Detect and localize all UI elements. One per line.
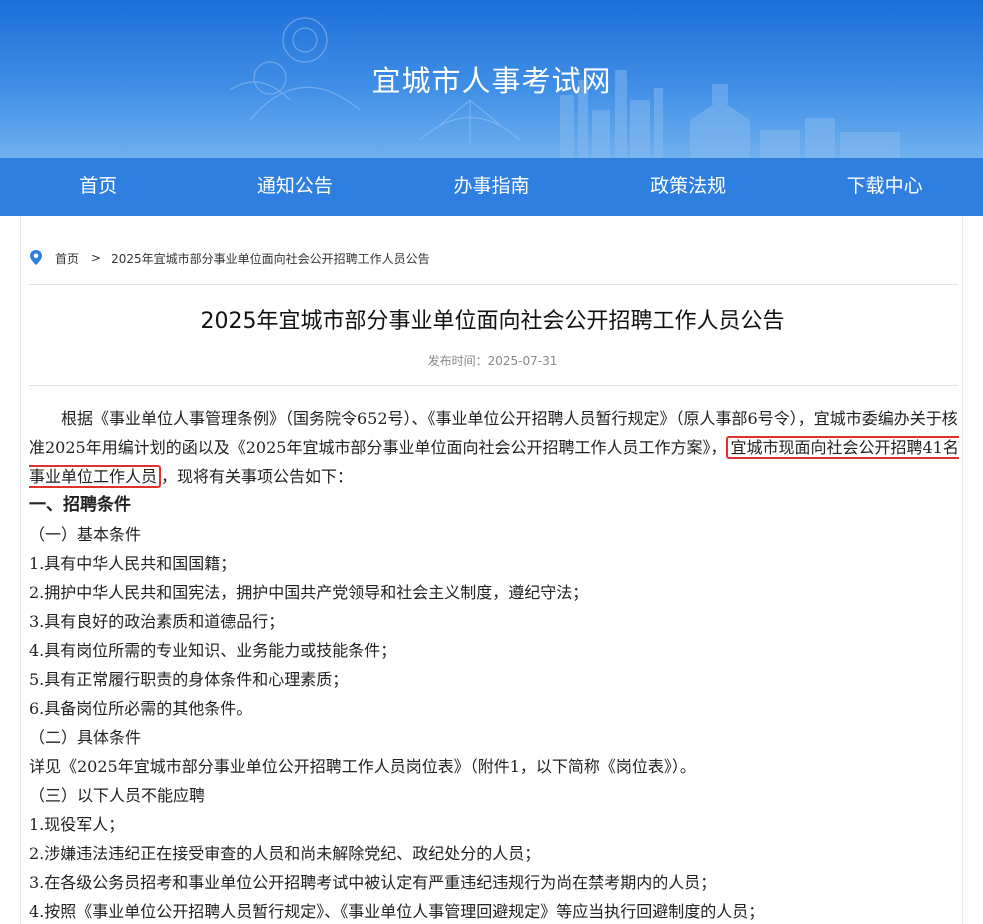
publish-date: 发布时间：2025-07-31 xyxy=(427,354,558,368)
subsection-heading: （三）以下人员不能应聘 xyxy=(29,786,206,805)
intro-text-end: ，现将有关事项公告如下： xyxy=(161,467,354,486)
nav-downloads[interactable]: 下载中心 xyxy=(786,158,983,216)
nav-home[interactable]: 首页 xyxy=(0,158,197,216)
article-title: 2025年宜城市部分事业单位面向社会公开招聘工作人员公告 xyxy=(200,309,785,334)
nav-notices[interactable]: 通知公告 xyxy=(197,158,394,216)
breadcrumb-current: 2025年宜城市部分事业单位面向社会公开招聘工作人员公告 xyxy=(111,251,430,266)
divider xyxy=(29,284,958,285)
section-heading: 一、招聘条件 xyxy=(29,495,131,515)
paragraph: 详见《2025年宜城市部分事业单位公开招聘工作人员岗位表》（附件1，以下简称《岗… xyxy=(29,757,696,776)
nav-guide[interactable]: 办事指南 xyxy=(393,158,590,216)
list-item: 1.具有中华人民共和国国籍； xyxy=(29,554,237,573)
breadcrumb-separator: > xyxy=(91,251,102,265)
breadcrumb: 首页 > 2025年宜城市部分事业单位面向社会公开招聘工作人员公告 xyxy=(29,248,430,268)
list-item: 2.拥护中华人民共和国宪法，拥护中国共产党领导和社会主义制度，遵纪守法； xyxy=(29,583,589,602)
intro-paragraph: 根据《事业单位人事管理条例》（国务院令652号）、《事业单位公开招聘人员暂行规定… xyxy=(29,404,961,491)
list-item: 1.现役军人； xyxy=(29,815,125,834)
nav-policies[interactable]: 政策法规 xyxy=(590,158,787,216)
divider xyxy=(29,385,958,386)
list-item: 3.具有良好的政治素质和道德品行； xyxy=(29,612,285,631)
subsection-heading: （一）基本条件 xyxy=(29,525,142,544)
location-pin-icon xyxy=(30,250,42,265)
list-item: 3.在各级公务员招考和事业单位公开招聘考试中被认定有严重违纪违规行为尚在禁考期内… xyxy=(29,873,717,892)
site-banner: 宜城市人事考试网 xyxy=(0,0,983,158)
site-title[interactable]: 宜城市人事考试网 xyxy=(0,58,983,100)
subsection-heading: （二）具体条件 xyxy=(29,728,142,747)
list-item: 5.具有正常履行职责的身体条件和心理素质； xyxy=(29,670,349,689)
list-item: 4.按照《事业单位公开招聘人员暂行规定》、《事业单位人事管理回避规定》等应当执行… xyxy=(29,902,765,921)
breadcrumb-home-link[interactable]: 首页 xyxy=(55,250,79,267)
main-nav: 首页 通知公告 办事指南 政策法规 下载中心 xyxy=(0,158,983,216)
list-item: 2.涉嫌违法违纪正在接受审查的人员和尚未解除党纪、政纪处分的人员； xyxy=(29,844,541,863)
article-container: 首页 > 2025年宜城市部分事业单位面向社会公开招聘工作人员公告 2025年宜… xyxy=(20,216,963,924)
article-body: 根据《事业单位人事管理条例》（国务院令652号）、《事业单位公开招聘人员暂行规定… xyxy=(29,404,961,924)
list-item: 6.具备岗位所必需的其他条件。 xyxy=(29,699,253,718)
list-item: 4.具有岗位所需的专业知识、业务能力或技能条件； xyxy=(29,641,397,660)
